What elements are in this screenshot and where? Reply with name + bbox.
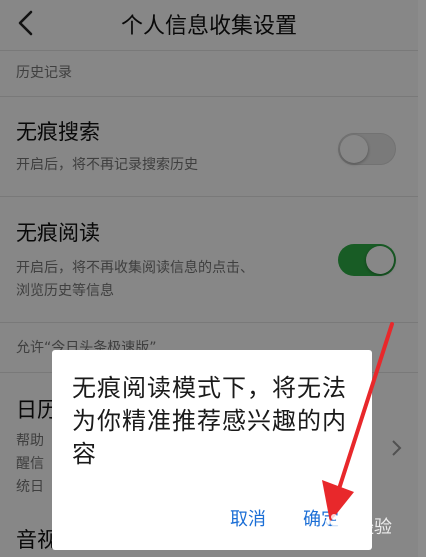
cancel-button[interactable]: 取消: [230, 505, 266, 531]
paw-logo-icon: [325, 514, 350, 536]
watermark-text: 经验: [356, 517, 392, 538]
annotation-arrow-icon: [322, 322, 394, 522]
watermark: 经验: [322, 510, 426, 540]
scrollbar[interactable]: [418, 0, 426, 557]
